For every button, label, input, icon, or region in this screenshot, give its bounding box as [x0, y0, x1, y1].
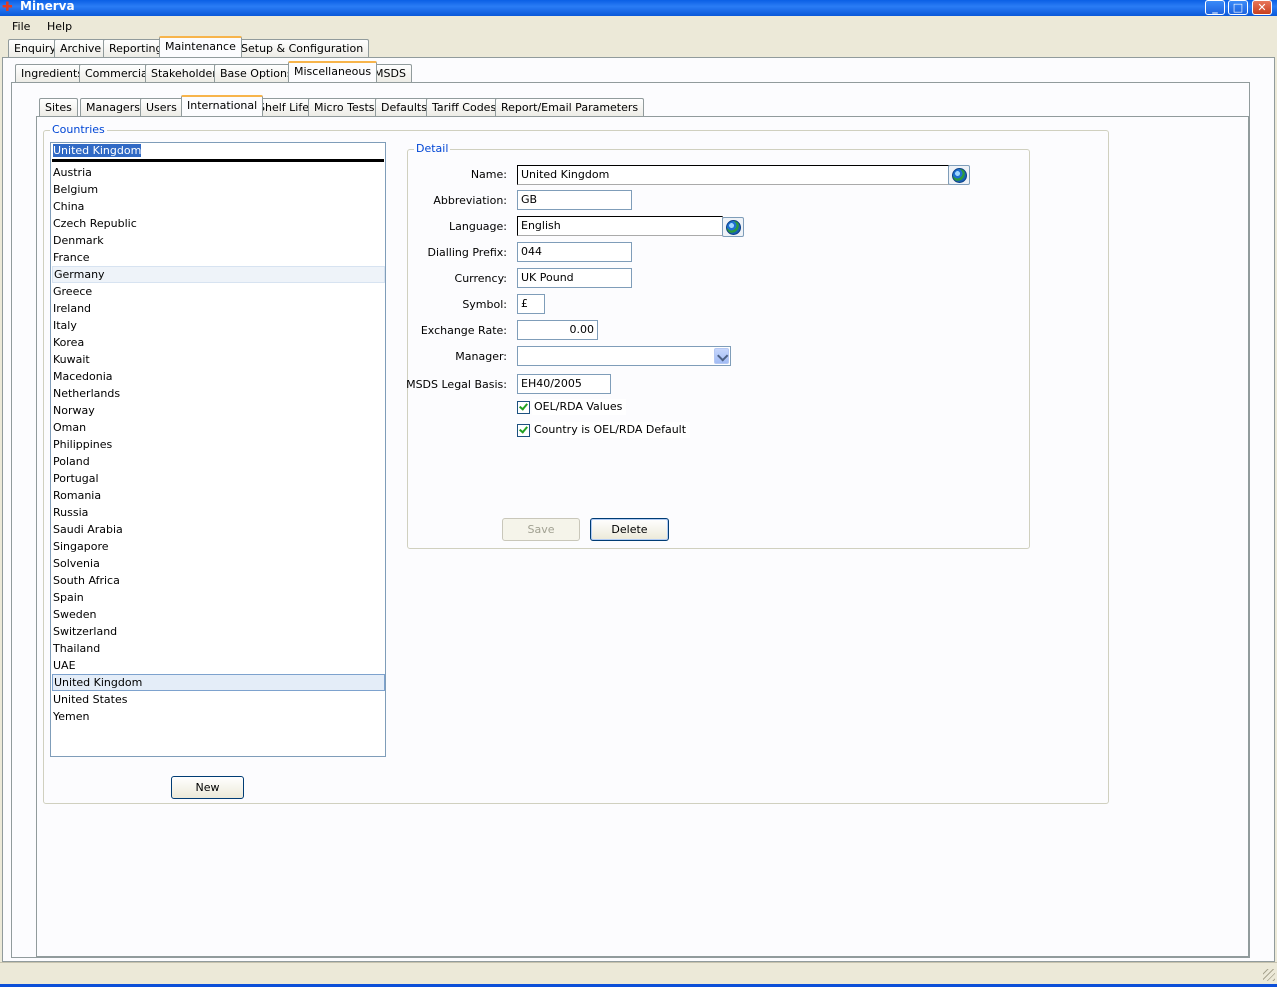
list-item[interactable]: Solvenia	[52, 555, 385, 572]
menu-help[interactable]: Help	[47, 20, 72, 33]
list-item[interactable]: Korea	[52, 334, 385, 351]
list-item[interactable]: Netherlands	[52, 385, 385, 402]
list-item[interactable]: Austria	[52, 164, 385, 181]
manager-select[interactable]	[517, 346, 731, 366]
country-list[interactable]: United Kingdom Austria Belgium China Czech …	[50, 142, 386, 757]
abbreviation-label: Abbreviation:	[433, 194, 507, 207]
check-icon	[519, 424, 528, 434]
menu-file[interactable]: File	[12, 20, 30, 33]
list-item[interactable]: Philippines	[52, 436, 385, 453]
countries-group-label: Countries	[50, 123, 107, 136]
globe-icon	[952, 168, 967, 183]
language-field[interactable]: English	[517, 216, 723, 236]
list-item[interactable]: China	[52, 198, 385, 215]
status-bar	[0, 962, 1277, 984]
list-item[interactable]: Portugal	[52, 470, 385, 487]
tab-sites[interactable]: Sites	[39, 98, 78, 117]
country-default-checkbox[interactable]	[517, 424, 530, 437]
tab-defaults[interactable]: Defaults	[375, 98, 433, 117]
list-item[interactable]: Norway	[52, 402, 385, 419]
list-item[interactable]: Romania	[52, 487, 385, 504]
chevron-down-icon[interactable]	[714, 348, 729, 364]
tab-ingredients[interactable]: Ingredients	[15, 64, 90, 83]
list-item[interactable]: Saudi Arabia	[52, 521, 385, 538]
list-item[interactable]: Macedonia	[52, 368, 385, 385]
list-item[interactable]: Kuwait	[52, 351, 385, 368]
list-item[interactable]: Greece	[52, 283, 385, 300]
list-item[interactable]: Poland	[52, 453, 385, 470]
detail-group-label: Detail	[414, 142, 451, 155]
list-item[interactable]: France	[52, 249, 385, 266]
list-item[interactable]: Yemen	[52, 708, 385, 725]
maximize-icon: □	[1232, 1, 1244, 14]
name-label: Name:	[470, 168, 507, 181]
check-icon	[519, 401, 528, 411]
symbol-field[interactable]: £	[517, 294, 545, 314]
country-search-value: United Kingdom	[53, 144, 142, 157]
tab-archive[interactable]: Archive	[54, 39, 108, 58]
manager-label: Manager:	[455, 350, 507, 363]
save-button[interactable]: Save	[502, 518, 580, 541]
abbreviation-field[interactable]: GB	[517, 190, 632, 210]
title-bar: ✚ Minerva _ □ ✕	[0, 0, 1277, 16]
list-item[interactable]: Italy	[52, 317, 385, 334]
language-translate-button[interactable]	[722, 217, 744, 237]
list-item[interactable]: South Africa	[52, 572, 385, 589]
list-item[interactable]: Singapore	[52, 538, 385, 555]
tab-tariff-codes[interactable]: Tariff Codes	[426, 98, 503, 117]
list-item[interactable]: Switzerland	[52, 623, 385, 640]
symbol-label: Symbol:	[462, 298, 507, 311]
menu-bar: File Help	[0, 17, 1277, 37]
exchange-rate-field[interactable]: 0.00	[517, 320, 598, 340]
list-item[interactable]: Czech Republic	[52, 215, 385, 232]
globe-icon	[726, 220, 741, 235]
name-field[interactable]: United Kingdom	[517, 165, 949, 185]
app-logo-icon: ✚	[2, 0, 13, 15]
tab-stakeholder[interactable]: Stakeholder	[145, 64, 223, 83]
country-search-input[interactable]: United Kingdom	[52, 144, 384, 162]
close-icon: ✕	[1257, 1, 1267, 14]
tab-international[interactable]: International	[181, 95, 264, 116]
exchange-rate-label: Exchange Rate:	[420, 324, 507, 337]
tab-base-options[interactable]: Base Options	[214, 64, 299, 83]
list-item[interactable]: Belgium	[52, 181, 385, 198]
list-item[interactable]: United States	[52, 691, 385, 708]
list-item[interactable]: Sweden	[52, 606, 385, 623]
window-title: Minerva	[20, 0, 75, 13]
dialling-prefix-field[interactable]: 044	[517, 242, 632, 262]
tab-report-email-parameters[interactable]: Report/Email Parameters	[495, 98, 645, 117]
resize-grip-icon[interactable]	[1263, 969, 1275, 981]
currency-field[interactable]: UK Pound	[517, 268, 632, 288]
oel-rda-values-checkbox[interactable]	[517, 401, 530, 414]
msds-legal-basis-field[interactable]: EH40/2005	[517, 374, 611, 394]
tab-miscellaneous[interactable]: Miscellaneous	[288, 61, 378, 82]
list-item[interactable]: Denmark	[52, 232, 385, 249]
tab-maintenance[interactable]: Maintenance	[159, 36, 242, 57]
tab-setup-configuration[interactable]: Setup & Configuration	[235, 39, 370, 58]
new-button[interactable]: New	[171, 776, 244, 799]
delete-button[interactable]: Delete	[590, 518, 669, 541]
dialling-prefix-label: Dialling Prefix:	[427, 246, 507, 259]
oel-rda-values-label: OEL/RDA Values	[532, 399, 627, 415]
language-label: Language:	[449, 220, 507, 233]
close-button[interactable]: ✕	[1252, 0, 1272, 15]
tab-micro-tests[interactable]: Micro Tests	[308, 98, 381, 117]
list-item[interactable]: UAE	[52, 657, 385, 674]
list-item[interactable]: United Kingdom	[52, 674, 385, 691]
list-item[interactable]: Spain	[52, 589, 385, 606]
tab-managers[interactable]: Managers	[80, 98, 146, 117]
msds-legal-basis-label: MSDS Legal Basis:	[406, 378, 507, 391]
minimize-icon: _	[1212, 1, 1218, 14]
list-item[interactable]: Germany	[52, 266, 385, 283]
maximize-button[interactable]: □	[1228, 0, 1248, 15]
list-item[interactable]: Thailand	[52, 640, 385, 657]
currency-label: Currency:	[454, 272, 507, 285]
list-item[interactable]: Russia	[52, 504, 385, 521]
list-item[interactable]: Ireland	[52, 300, 385, 317]
minimize-button[interactable]: _	[1205, 0, 1225, 15]
name-translate-button[interactable]	[948, 165, 970, 185]
tab-users[interactable]: Users	[140, 98, 183, 117]
country-default-label: Country is OEL/RDA Default	[532, 422, 691, 438]
list-item[interactable]: Oman	[52, 419, 385, 436]
